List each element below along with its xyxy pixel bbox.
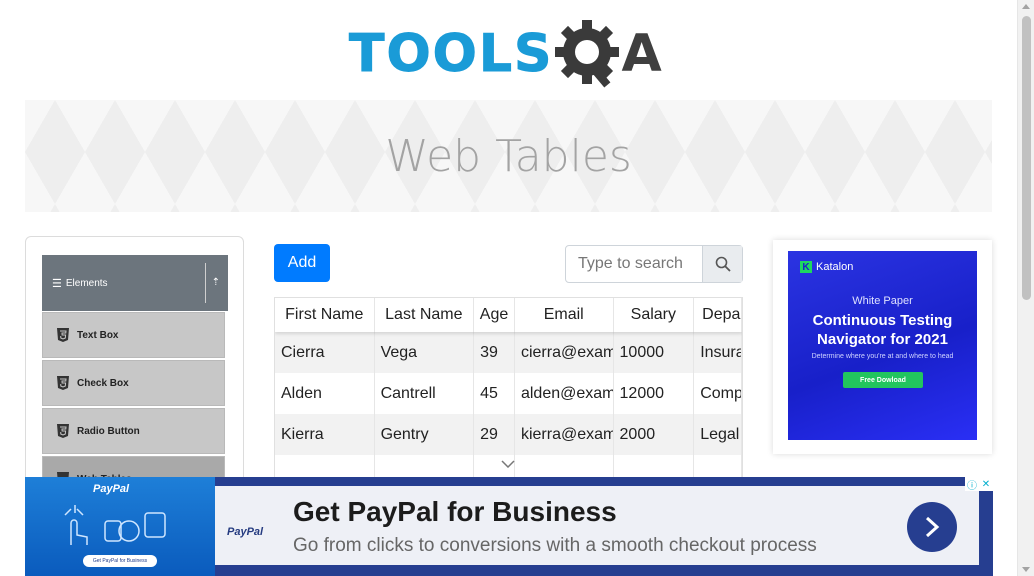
katalon-k-icon: K	[800, 261, 812, 273]
cell-age: 29	[474, 414, 515, 455]
adchoices[interactable]: ⓘ ✕	[965, 477, 993, 492]
cell-last-name: Vega	[375, 332, 475, 373]
add-button[interactable]: Add	[274, 244, 330, 282]
ad-close-icon[interactable]: ✕	[979, 477, 993, 491]
sidebar-item-label: Radio Button	[77, 425, 140, 437]
paypal-ad-image: PayPal Get PayPal for Business	[25, 477, 215, 576]
sidebar-item-radio-button[interactable]: Radio Button	[42, 408, 225, 454]
hamburger-icon: ☰	[52, 277, 62, 290]
column-header-age[interactable]: Age	[474, 298, 515, 332]
column-header-first-name[interactable]: First Name	[275, 298, 375, 332]
paypal-subline: Go from clicks to conversions with a smo…	[293, 535, 817, 556]
chevron-down-icon	[501, 460, 515, 468]
scrollbar-thumb[interactable]	[1022, 16, 1031, 300]
cell-age: 45	[474, 373, 515, 414]
cell-department: Legal	[694, 414, 742, 455]
page-banner: Web Tables	[25, 100, 992, 212]
paypal-go-button[interactable]	[907, 502, 957, 552]
collapse-arrow-icon[interactable]: ⇡	[212, 277, 220, 288]
html5-icon	[57, 328, 69, 342]
column-header-department[interactable]: Department	[694, 298, 742, 332]
cell-first-name: Alden	[275, 373, 375, 414]
cell-age: 39	[474, 332, 515, 373]
table-header: First Name Last Name Age Email Salary De…	[275, 298, 742, 332]
table-row: Cierra Vega 39 cierra@example.com 10000 …	[275, 332, 742, 373]
logo-tools-text: TOOLS	[348, 24, 554, 85]
ad-title-line2: Navigator for 2021	[817, 331, 948, 348]
page-title: Web Tables	[385, 130, 632, 182]
paypal-logo: PayPal	[93, 483, 130, 495]
hand-cursor-icon	[64, 505, 166, 545]
web-table: First Name Last Name Age Email Salary De…	[274, 297, 743, 487]
ad-title-line1: Continuous Testing	[812, 312, 953, 329]
scroll-down-arrow-icon[interactable]	[1022, 567, 1030, 572]
logo-a-text: A	[621, 24, 662, 84]
column-header-email[interactable]: Email	[515, 298, 614, 332]
column-header-last-name[interactable]: Last Name	[375, 298, 475, 332]
cell-salary: 10000	[614, 332, 695, 373]
table-row: Alden Cantrell 45 alden@example.com 1200…	[275, 373, 742, 414]
cell-first-name: Cierra	[275, 332, 375, 373]
search-button[interactable]	[702, 246, 742, 282]
html5-icon	[57, 376, 69, 390]
cell-email: kierra@example.com	[515, 414, 614, 455]
ad-kicker: White Paper	[852, 295, 913, 307]
toolsqa-logo[interactable]: TOOLS A	[348, 14, 679, 94]
cell-salary: 2000	[614, 414, 695, 455]
free-download-button[interactable]: Free Dowload	[843, 372, 923, 388]
table-row: Kierra Gentry 29 kierra@example.com 2000…	[275, 414, 742, 455]
sidebar-item-label: Check Box	[77, 377, 129, 389]
search-input[interactable]	[566, 246, 702, 282]
cell-email: cierra@example.com	[515, 332, 614, 373]
cell-department: Insurance	[694, 332, 742, 373]
scroll-up-arrow-icon[interactable]	[1022, 4, 1030, 9]
katalon-ad-container: K Katalon White Paper Continuous Testing…	[773, 240, 992, 454]
paypal-ad[interactable]: PayPal Get PayPal for Business PayPal Ge…	[25, 477, 993, 576]
katalon-ad[interactable]: K Katalon White Paper Continuous Testing…	[788, 251, 977, 440]
sidebar-item-label: Text Box	[77, 329, 119, 341]
cell-last-name: Gentry	[375, 414, 475, 455]
html5-icon	[57, 424, 69, 438]
cell-email: alden@example.com	[515, 373, 614, 414]
ad-title: Continuous Testing Navigator for 2021	[788, 311, 977, 349]
cell-first-name: Kierra	[275, 414, 375, 455]
vertical-scrollbar[interactable]	[1017, 0, 1034, 576]
katalon-logo: K Katalon	[800, 261, 853, 273]
header-divider	[205, 263, 206, 303]
katalon-brand: Katalon	[816, 261, 854, 273]
paypal-logo-small: PayPal	[227, 526, 264, 538]
sidebar-item-text-box[interactable]: Text Box	[42, 312, 225, 358]
search-icon	[715, 256, 731, 272]
page: TOOLS A Web Tables ☰ Elements ⇡ Text Box…	[0, 0, 1034, 576]
search-box	[565, 245, 743, 283]
ad-subtitle: Determine where you're at and where to h…	[811, 353, 954, 360]
cell-department: Compliance	[694, 373, 742, 414]
gear-icon	[555, 20, 620, 88]
paypal-ad-card: PayPal Get PayPal for Business Go from c…	[215, 486, 979, 565]
adchoices-info-icon[interactable]: ⓘ	[965, 477, 979, 492]
chevron-right-icon	[925, 516, 940, 538]
cell-last-name: Cantrell	[375, 373, 475, 414]
sidebar-item-check-box[interactable]: Check Box	[42, 360, 225, 406]
paypal-headline: Get PayPal for Business	[293, 496, 617, 527]
sidebar-group-elements[interactable]: ☰ Elements ⇡	[42, 255, 228, 311]
sidebar-group-label: Elements	[65, 277, 108, 289]
column-header-salary[interactable]: Salary	[614, 298, 695, 332]
cell-salary: 12000	[614, 373, 695, 414]
paypal-mini-cta: Get PayPal for Business	[83, 555, 157, 567]
